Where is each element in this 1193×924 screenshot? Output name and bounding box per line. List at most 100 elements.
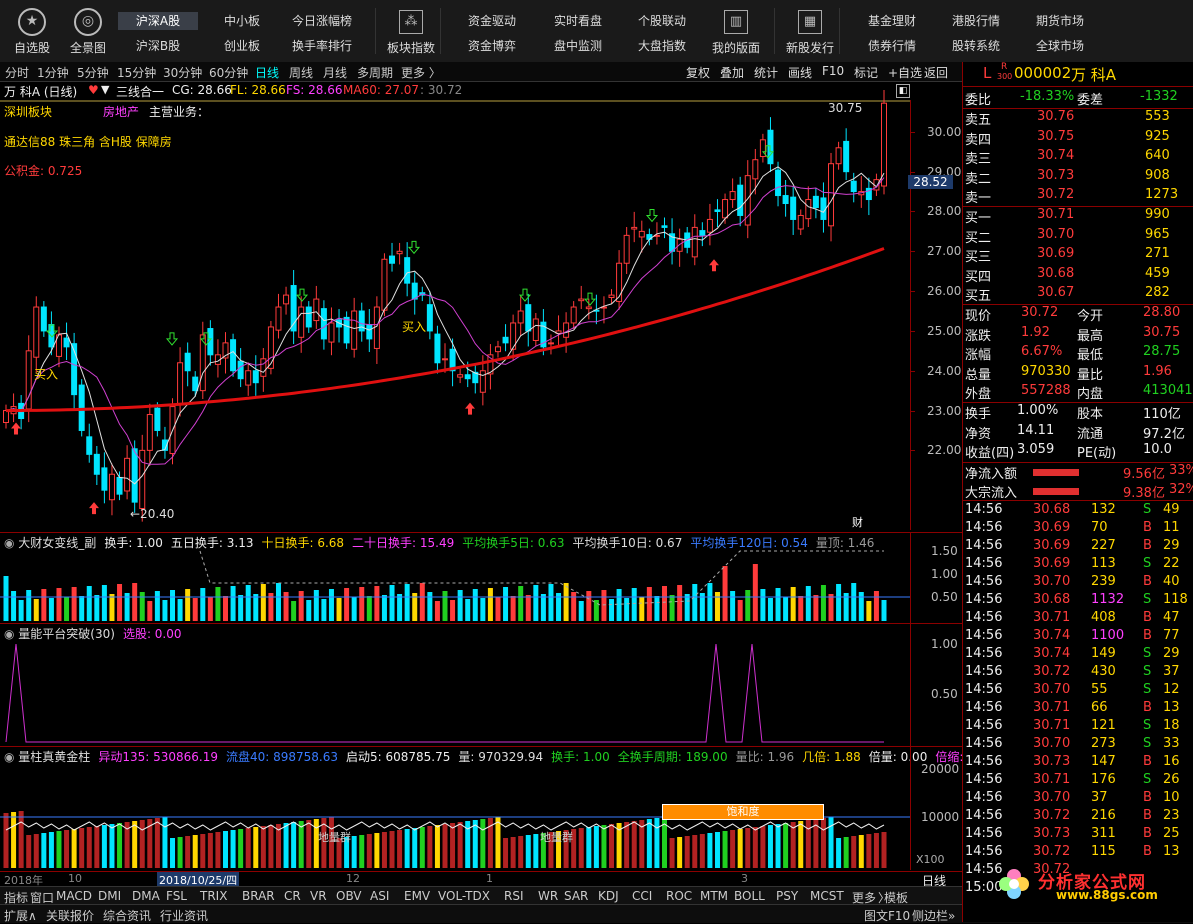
indicator-tab-15[interactable]: WR [538, 889, 558, 903]
tool-button-7[interactable]: 返回 [924, 64, 948, 81]
indicator-tab-4[interactable]: DMA [132, 889, 160, 903]
turnover-bar [639, 597, 645, 621]
menu-item-5[interactable]: 实时看盘 [538, 12, 618, 30]
indicator-tab-6[interactable]: TRIX [200, 889, 227, 903]
candle-body [502, 336, 509, 344]
quote-cell: 132 [1091, 502, 1116, 517]
quote-cell: 30.74 [1037, 148, 1075, 163]
period-tab-6[interactable]: 日线 [255, 64, 279, 81]
turnover-panel[interactable]: ◉ 大财女变线_副 换手: 1.00 五日换手: 3.13 十日换手: 6.68 二十日… [0, 533, 962, 623]
indicator-tab-8[interactable]: CR [284, 889, 301, 903]
tool-button-2[interactable]: 统计 [754, 64, 778, 81]
menu-item-9[interactable]: 基金理财 [852, 12, 932, 30]
indicator-tab-11[interactable]: ASI [370, 889, 389, 903]
toolbar-grid-button[interactable]: ⁂ 板块指数 [387, 0, 435, 60]
indicator-tab-17[interactable]: KDJ [598, 889, 619, 903]
toolbar-calendar-button[interactable]: ▦ 新股发行 [786, 0, 834, 60]
period-tab-7[interactable]: 周线 [289, 64, 313, 81]
turnover-bar [495, 597, 501, 621]
period-tab-5[interactable]: 60分钟 [209, 64, 248, 81]
price-tick-mark [911, 251, 915, 253]
candle-body [525, 304, 532, 332]
indicator-tab-13[interactable]: VOL-TDX [438, 889, 490, 903]
indicator-tab-3[interactable]: DMI [98, 889, 121, 903]
period-tab-2[interactable]: 5分钟 [77, 64, 109, 81]
period-tab-4[interactable]: 30分钟 [163, 64, 202, 81]
toolbar-watchlist-button[interactable]: ★ 自选股 [10, 0, 54, 56]
chart-area[interactable]: 万 科A (日线) ♥ ▼ 三线合一 CG: 28.66 FL: 28.66 F… [0, 82, 986, 888]
volume-panel[interactable]: ◉ 量柱真黄金柱 异动135: 530866.19 流盘40: 898758.63 启… [0, 747, 986, 870]
volume-bar [359, 835, 365, 868]
menu-item-11[interactable]: 期货市场 [1020, 12, 1100, 30]
turnover-bar [230, 586, 236, 621]
menu-item-b2[interactable]: 换手率排行 [282, 37, 362, 55]
status-expand[interactable]: 扩展∧ [4, 907, 37, 924]
volume-bar [18, 811, 24, 868]
menu-item-4[interactable]: 资金驱动 [452, 12, 532, 30]
menu-item-b4[interactable]: 资金博弈 [452, 37, 532, 55]
candlestick-chart[interactable]: 30.75←20.40买入买入财 [0, 82, 962, 532]
tool-button-6[interactable]: +自选 [888, 64, 922, 81]
tool-button-0[interactable]: 复权 [686, 64, 710, 81]
turnover-bar [851, 583, 857, 621]
menu-item-b9[interactable]: 债券行情 [852, 37, 932, 55]
turnover-bar [783, 597, 789, 621]
candle-body [131, 448, 138, 503]
code-prefix: L [983, 64, 992, 82]
tool-button-3[interactable]: 画线 [788, 64, 812, 81]
volume-bar [881, 832, 887, 868]
indicator-tab-23[interactable]: MCST [810, 889, 844, 903]
menu-item-6[interactable]: 个股联动 [622, 12, 702, 30]
menu-item-b10[interactable]: 股转系统 [936, 37, 1016, 55]
indicator-tab-9[interactable]: VR [310, 889, 327, 903]
menu-item-b1[interactable]: 创业板 [202, 37, 282, 55]
menu-item-b0[interactable]: 沪深B股 [118, 37, 198, 55]
quote-cell: 640 [1145, 148, 1170, 163]
toolbar-panorama-button[interactable]: ◎ 全景图 [66, 0, 110, 56]
menu-item-2[interactable]: 今日涨幅榜 [282, 12, 362, 30]
indicator-tab-12[interactable]: EMV [404, 889, 430, 903]
menu-item-b6[interactable]: 大盘指数 [622, 37, 702, 55]
period-tab-3[interactable]: 15分钟 [117, 64, 156, 81]
indicator-tab-5[interactable]: FSL [166, 889, 187, 903]
r-badge: R [1001, 62, 1008, 72]
turnover-bar [56, 588, 62, 621]
period-tab-1[interactable]: 1分钟 [37, 64, 69, 81]
menu-item-1[interactable]: 中小板 [202, 12, 282, 30]
quote-cell: 227 [1091, 538, 1116, 553]
status-related-quote[interactable]: 关联报价 [46, 907, 94, 924]
volume-unit: X100 [916, 853, 945, 866]
candle-body [828, 163, 835, 227]
menu-item-b5[interactable]: 盘中监测 [538, 37, 618, 55]
toolbar-layout-button[interactable]: ▥ 我的版面 [712, 0, 760, 60]
indicator-tab-19[interactable]: ROC [666, 889, 692, 903]
period-tab-10[interactable]: 更多 〉 [401, 64, 441, 81]
tool-button-4[interactable]: F10 [822, 64, 844, 78]
indicator-tab-2[interactable]: MACD [56, 889, 92, 903]
indicator-tab-10[interactable]: OBV [336, 889, 362, 903]
breakout-panel[interactable]: ◉ 量能平台突破(30) 选股: 0.00 1.00 0.50 [0, 624, 962, 746]
turnover-bar [223, 596, 228, 621]
status-sidebar[interactable]: 侧边栏» [912, 907, 955, 924]
candle-body [563, 322, 570, 338]
indicator-tab-7[interactable]: BRAR [242, 889, 275, 903]
indicator-tab-22[interactable]: PSY [776, 889, 798, 903]
period-tab-8[interactable]: 月线 [323, 64, 347, 81]
menu-item-b11[interactable]: 全球市场 [1020, 37, 1100, 55]
period-tab-9[interactable]: 多周期 [357, 64, 393, 81]
indicator-tab-21[interactable]: BOLL [734, 889, 765, 903]
candle-body [184, 352, 191, 372]
period-tab-0[interactable]: 分时 [5, 64, 29, 81]
tick-row: 14:56 30.71 408 B 47 [965, 610, 1192, 628]
indicator-tab-18[interactable]: CCI [632, 889, 652, 903]
indicator-tab-16[interactable]: SAR [564, 889, 588, 903]
menu-item-10[interactable]: 港股行情 [936, 12, 1016, 30]
status-f10[interactable]: 图文F10 [864, 907, 910, 924]
status-news[interactable]: 综合资讯 [103, 907, 151, 924]
tool-button-5[interactable]: 标记 [854, 64, 878, 81]
status-industry-news[interactable]: 行业资讯 [160, 907, 208, 924]
tool-button-1[interactable]: 叠加 [720, 64, 744, 81]
indicator-tab-14[interactable]: RSI [504, 889, 524, 903]
menu-item-0[interactable]: 沪深A股 [118, 12, 198, 30]
indicator-tab-20[interactable]: MTM [700, 889, 728, 903]
